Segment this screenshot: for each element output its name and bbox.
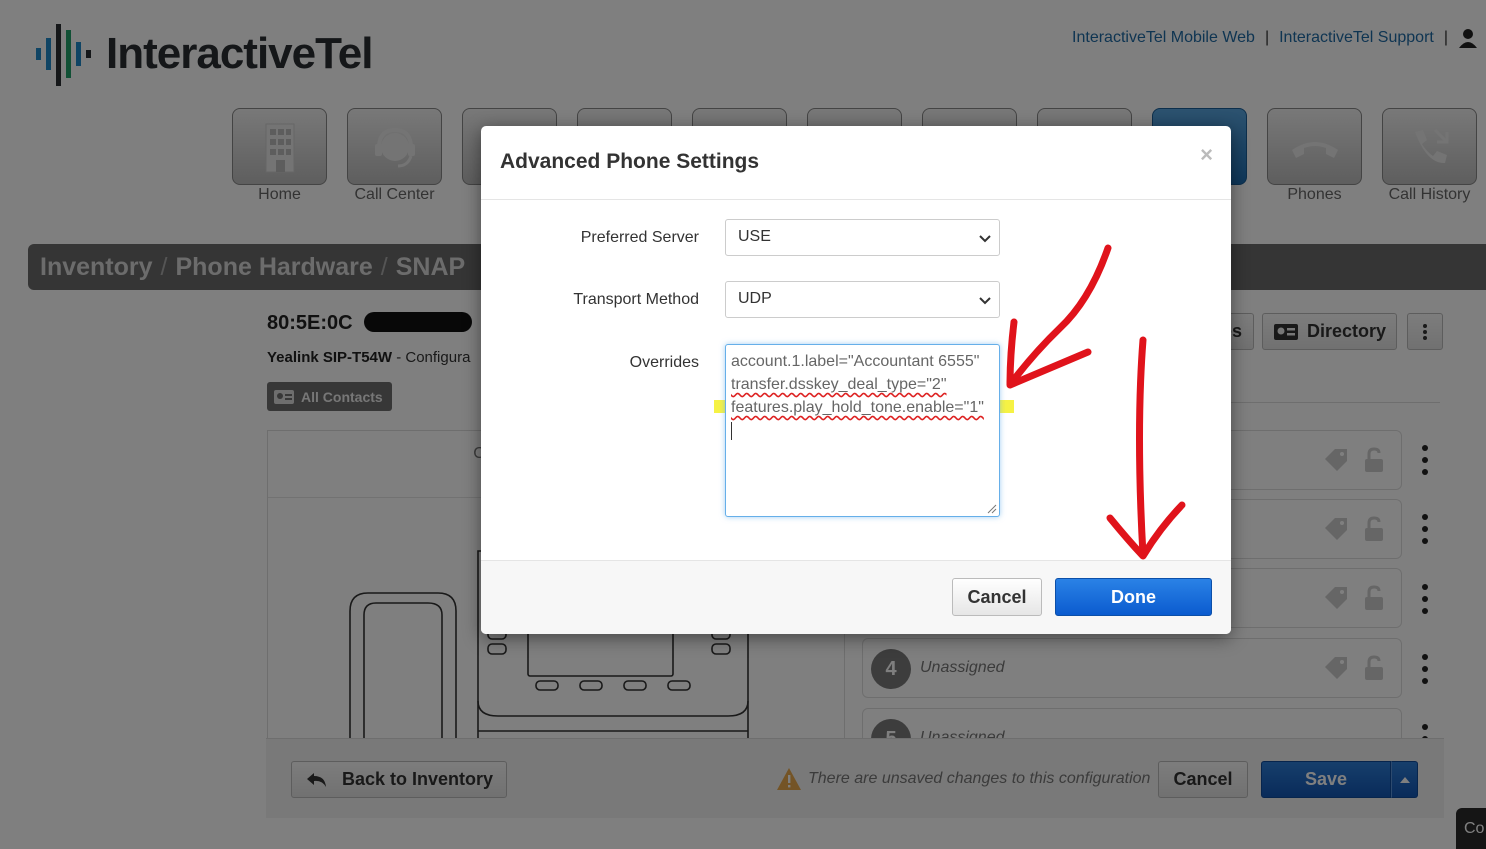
text-cursor-line <box>731 419 994 442</box>
override-line-3: features.play_hold_tone.enable="1" <box>731 399 984 416</box>
transport-method-label: Transport Method <box>573 291 699 308</box>
transport-method-select[interactable]: UDP <box>725 281 1000 318</box>
modal-done-button[interactable]: Done <box>1055 578 1212 616</box>
overrides-label: Overrides <box>629 354 699 371</box>
advanced-phone-settings-modal: Advanced Phone Settings × Preferred Serv… <box>481 126 1231 634</box>
chevron-down-icon <box>979 235 991 243</box>
preferred-server-label: Preferred Server <box>580 229 699 246</box>
modal-cancel-button[interactable]: Cancel <box>952 578 1042 616</box>
preferred-server-select[interactable]: USE <box>725 219 1000 256</box>
chevron-down-icon <box>979 297 991 305</box>
overrides-textarea[interactable]: account.1.label="Accountant 6555" transf… <box>725 344 1000 517</box>
transport-method-value: UDP <box>738 290 772 307</box>
override-line-2: transfer.dsskey_deal_type="2" <box>731 376 947 393</box>
preferred-server-value: USE <box>738 228 771 245</box>
modal-header-divider <box>481 199 1231 200</box>
override-line-1: account.1.label="Accountant 6555" <box>731 353 980 370</box>
resize-grip-icon[interactable] <box>987 504 997 514</box>
modal-close-button[interactable]: × <box>1200 142 1213 168</box>
modal-title: Advanced Phone Settings <box>500 150 760 173</box>
text-cursor <box>731 421 732 440</box>
